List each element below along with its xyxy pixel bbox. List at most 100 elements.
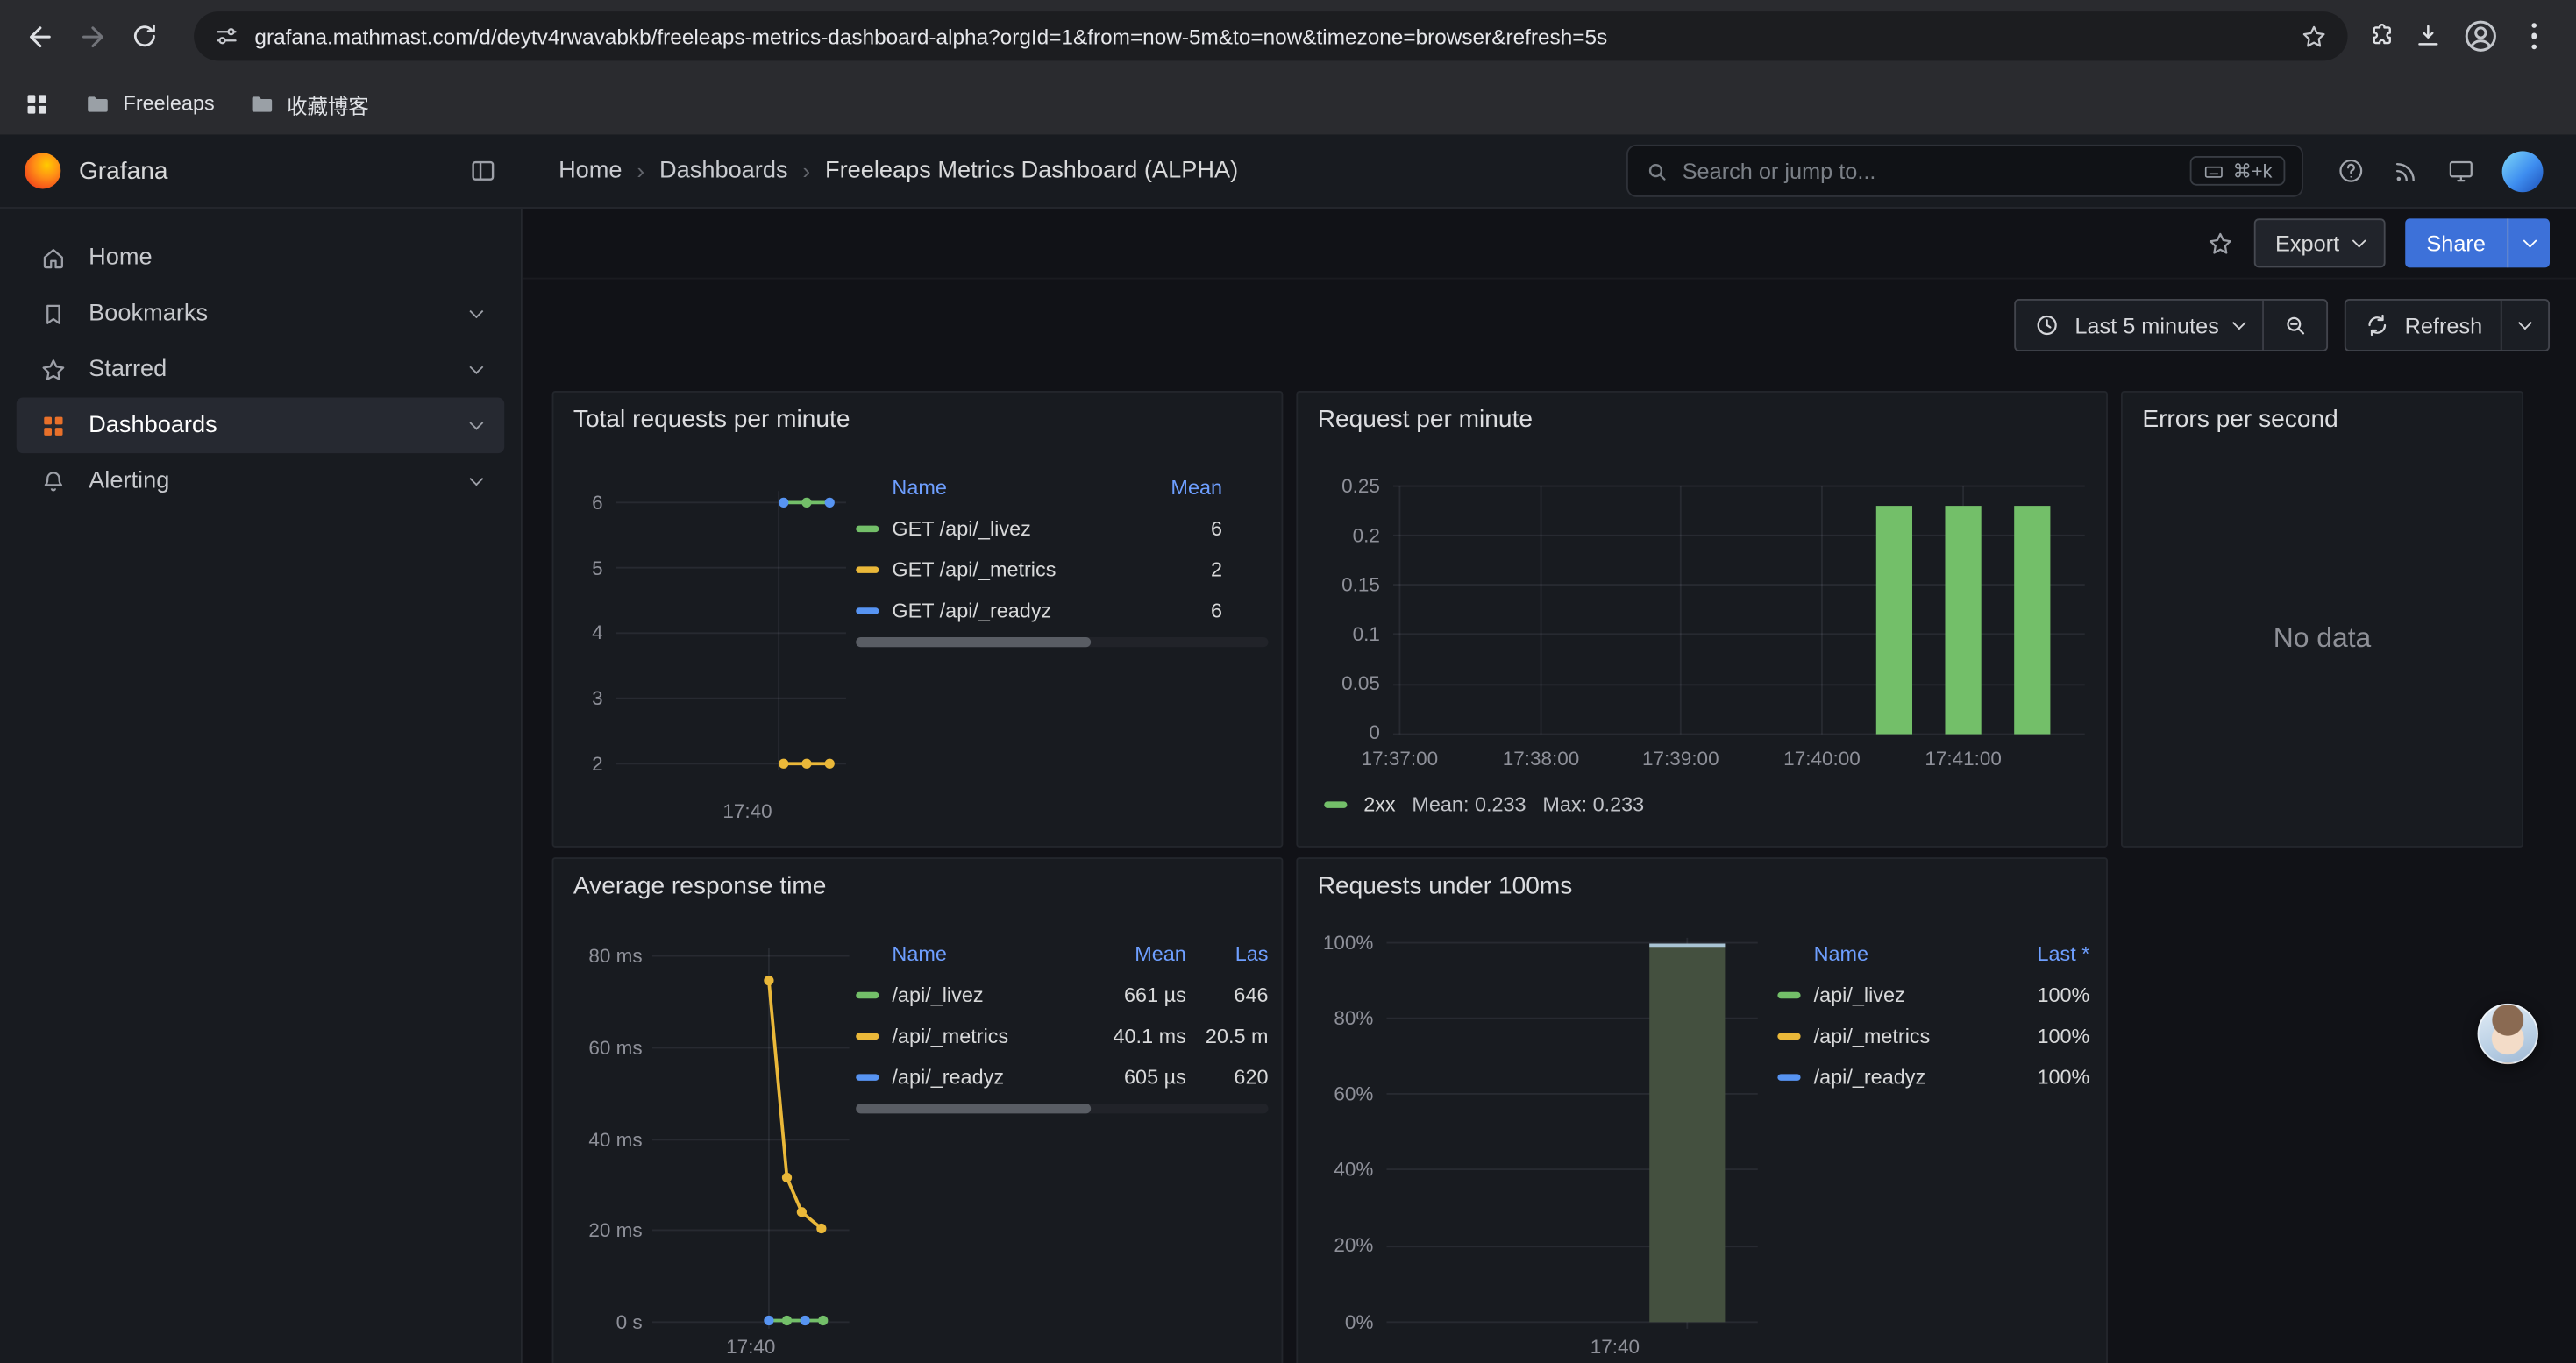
chevron-down-icon[interactable] [469,360,483,374]
chevron-down-icon[interactable] [469,304,483,318]
series-color-swatch [1324,801,1347,807]
breadcrumb-dashboards[interactable]: Dashboards [659,158,788,184]
dashboard-actions-row: Export Share [523,209,2576,280]
favorite-dashboard-button[interactable] [2206,229,2234,257]
series-name[interactable]: /api/_metrics [1814,1024,1985,1047]
collapse-sidebar-button[interactable] [468,156,498,186]
scrollbar-thumb[interactable] [856,1104,1091,1113]
panel-title[interactable]: Average response time [573,872,827,900]
bar-chart[interactable] [1386,931,1757,1333]
scrollbar-thumb[interactable] [856,637,1091,647]
legend-row[interactable]: /api/_readyz 605 µs 620 [856,1056,1268,1097]
legend-header-mean[interactable]: Mean [1100,943,1185,966]
star-outline-icon [2206,229,2234,257]
zoom-out-button[interactable] [2263,301,2325,350]
floating-avatar-button[interactable] [2478,1004,2538,1064]
y-tick: 2 [560,752,603,775]
series-mean: 2 [1147,557,1222,580]
browser-menu-button[interactable] [2517,16,2550,56]
legend-header-name[interactable]: Name [892,476,1133,499]
bookmark-star-icon[interactable] [2299,22,2327,50]
extensions-icon[interactable] [2366,21,2396,51]
refresh-button[interactable]: Refresh [2345,301,2501,350]
export-button[interactable]: Export [2254,218,2386,267]
chevron-down-icon[interactable] [469,416,483,430]
bookmark-folder-freeleaps[interactable]: Freeleaps [84,89,215,117]
legend-row[interactable]: /api/_livez 661 µs 646 [856,974,1268,1015]
x-tick: 17:37:00 [1347,748,1452,770]
series-name[interactable]: /api/_metrics [892,1024,1087,1047]
time-range-picker[interactable]: Last 5 minutes [2016,301,2262,350]
download-icon[interactable] [2413,21,2443,51]
grafana-header-left: Grafana [0,153,523,188]
breadcrumb-home[interactable]: Home [559,158,622,184]
legend-scrollbar[interactable] [856,1104,1268,1113]
share-button[interactable]: Share [2405,218,2507,267]
grafana-logo[interactable] [25,153,60,188]
panel-title[interactable]: Request per minute [1318,406,1533,434]
share-dropdown-button[interactable] [2507,218,2550,267]
site-info-icon[interactable] [214,23,240,49]
sidebar-item-bookmarks[interactable]: Bookmarks [17,286,504,342]
user-avatar[interactable] [2502,150,2544,191]
forward-button[interactable] [66,10,118,62]
series-name[interactable]: /api/_readyz [892,1065,1087,1088]
search-box[interactable]: ⌘+k [1626,145,2303,197]
legend[interactable]: 2xx Mean: 0.233 Max: 0.233 [1324,793,1644,816]
back-button[interactable] [13,10,66,62]
bookmark-folder-blogs[interactable]: 收藏博客 [247,88,369,119]
legend-scrollbar[interactable] [856,637,1268,647]
panel-title[interactable]: Errors per second [2142,406,2338,434]
series-name[interactable]: GET /api/_livez [892,516,1133,539]
bookmark-folder-label: Freeleaps [124,92,215,115]
legend-row[interactable]: GET /api/_metrics 2 [856,549,1268,590]
legend-row[interactable]: GET /api/_livez 6 [856,508,1268,549]
sidebar-item-alerting[interactable]: Alerting [17,453,504,509]
url-bar[interactable]: grafana.mathmast.com/d/deytv4rwavabkb/fr… [194,11,2347,60]
series-name[interactable]: /api/_livez [892,983,1087,1005]
sidebar-item-dashboards[interactable]: Dashboards [17,397,504,453]
legend-row[interactable]: /api/_metrics 40.1 ms 20.5 m [856,1015,1268,1056]
monitor-icon[interactable] [2446,156,2476,186]
y-tick: 80 ms [557,944,642,967]
series-name[interactable]: GET /api/_metrics [892,557,1133,580]
legend-header-mean[interactable]: Mean [1147,476,1222,499]
legend-row[interactable]: /api/_readyz 100% [1777,1056,2089,1097]
apps-grid-icon[interactable] [23,89,51,117]
panel-title[interactable]: Requests under 100ms [1318,872,1573,900]
search-input[interactable] [1683,159,2177,183]
url-text[interactable]: grafana.mathmast.com/d/deytv4rwavabkb/fr… [254,24,2284,48]
legend-header-name[interactable]: Name [892,943,1087,966]
sidebar-item-starred[interactable]: Starred [17,342,504,398]
y-tick: 40% [1298,1158,1373,1181]
refresh-label: Refresh [2405,313,2483,337]
legend-header-name[interactable]: Name [1814,943,1985,966]
line-chart[interactable] [613,487,850,783]
series-name[interactable]: /api/_readyz [1814,1065,1985,1088]
legend-row[interactable]: GET /api/_readyz 6 [856,590,1268,631]
chevron-down-icon[interactable] [469,472,483,486]
series-name[interactable]: 2xx [1363,793,1395,816]
series-name[interactable]: GET /api/_readyz [892,599,1133,621]
search-shortcut: ⌘+k [2190,156,2286,186]
legend-header-last[interactable]: Las [1199,943,1269,966]
rss-icon[interactable] [2392,157,2420,185]
help-icon[interactable] [2336,156,2366,186]
refresh-interval-dropdown[interactable] [2502,301,2548,350]
y-tick: 4 [560,621,603,643]
dashboards-grid-icon [39,411,68,439]
legend-row[interactable]: /api/_metrics 100% [1777,1015,2089,1056]
sidebar-item-home[interactable]: Home [17,230,504,286]
panel-request-per-minute: Request per minute 0.25 0.2 0.15 0.1 0.0… [1296,391,2108,848]
legend-header-last[interactable]: Last * [1997,943,2089,966]
reload-button[interactable] [118,10,171,62]
reload-icon [130,21,160,51]
line-chart[interactable] [652,941,850,1336]
header-icons [2330,150,2576,191]
panel-title[interactable]: Total requests per minute [573,406,850,434]
bar-chart[interactable] [1393,483,2089,737]
browser-profile-button[interactable] [2459,15,2501,58]
series-name[interactable]: /api/_livez [1814,983,1985,1005]
legend-row[interactable]: /api/_livez 100% [1777,974,2089,1015]
sidebar-item-label: Dashboards [89,412,217,438]
